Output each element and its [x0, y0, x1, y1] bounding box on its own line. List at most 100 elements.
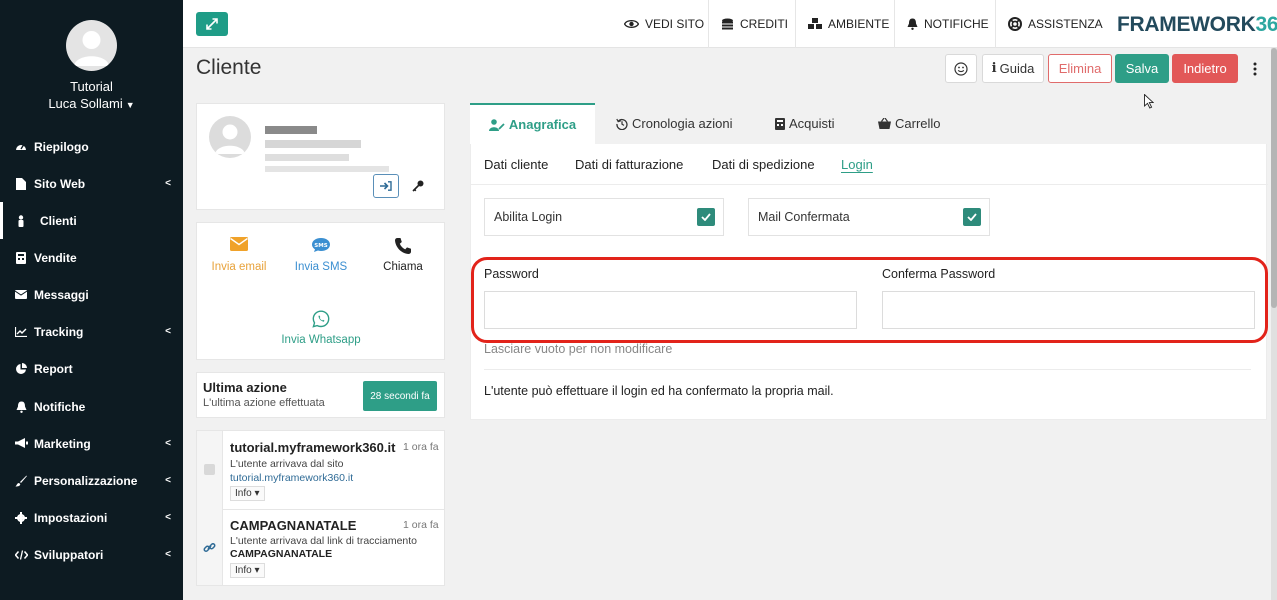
top-link-notifiche[interactable]: NOTIFICHE: [894, 0, 1001, 48]
sidebar-item-marketing[interactable]: Marketing <: [0, 425, 183, 462]
subtab-dati-fatturazione[interactable]: Dati di fatturazione: [575, 157, 683, 172]
bell-icon: [12, 401, 30, 413]
basket-icon: [878, 118, 891, 129]
conferma-password-label: Conferma Password: [882, 267, 996, 281]
sidebar-item-label: Personalizzazione: [34, 473, 138, 488]
sidebar-item-label: Vendite: [34, 250, 77, 265]
cubes-icon: [808, 18, 822, 30]
tab-cronologia-azioni[interactable]: Cronologia azioni: [616, 103, 732, 144]
chiama-button[interactable]: Chiama: [373, 237, 433, 273]
tab-carrello[interactable]: Carrello: [878, 103, 941, 144]
brand-text: FRAMEWORK: [1117, 13, 1256, 36]
top-link-vedi-sito[interactable]: VEDI SITO: [612, 0, 716, 48]
redacted-name: [265, 126, 317, 134]
invia-whatsapp-button[interactable]: Invia Whatsapp: [267, 310, 375, 346]
sidebar-item-messaggi[interactable]: Messaggi: [0, 276, 183, 313]
sidebar-item-clienti[interactable]: Clienti: [0, 202, 183, 239]
coins-icon: [721, 18, 734, 30]
sidebar-item-impostazioni[interactable]: Impostazioni <: [0, 499, 183, 536]
sidebar-item-sviluppatori[interactable]: Sviluppatori <: [0, 536, 183, 573]
sidebar-item-riepilogo[interactable]: Riepilogo: [0, 128, 183, 165]
password-hint: Lasciare vuoto per non modificare: [484, 342, 673, 356]
subtab-divider: [471, 184, 1268, 185]
login-tab-content: Dati cliente Dati di fatturazione Dati d…: [470, 144, 1268, 420]
feed-item-text: L'utente arrivava dal link di tracciamen…: [230, 535, 418, 547]
elimina-button[interactable]: Elimina: [1048, 54, 1112, 83]
sidebar-item-report[interactable]: Report: [0, 350, 183, 387]
lifebuoy-icon: [1008, 17, 1022, 31]
more-options-button[interactable]: [1242, 54, 1267, 83]
activity-feed: tutorial.myframework360.it 1 ora fa L'ut…: [196, 430, 445, 586]
sidebar-item-label: Clienti: [40, 213, 77, 228]
chevron-left-icon: <: [165, 326, 171, 337]
sidebar-item-vendite[interactable]: Vendite: [0, 239, 183, 276]
user-edit-icon: [488, 118, 505, 131]
sign-in-icon: [380, 181, 392, 191]
feed-item-info-button[interactable]: Info ▾: [230, 563, 265, 578]
link-icon: [203, 541, 216, 557]
indietro-button[interactable]: Indietro: [1172, 54, 1238, 83]
salva-button[interactable]: Salva: [1115, 54, 1169, 83]
tab-anagrafica[interactable]: Anagrafica: [470, 103, 595, 144]
last-action-panel: Ultima azione L'ultima azione effettuata…: [196, 372, 445, 418]
subtab-dati-spedizione[interactable]: Dati di spedizione: [712, 157, 815, 172]
invia-email-button[interactable]: Invia email: [209, 237, 269, 273]
top-link-ambiente[interactable]: AMBIENTE: [795, 0, 901, 48]
login-as-button[interactable]: [373, 174, 399, 198]
sidebar-item-personalizzazione[interactable]: Personalizzazione <: [0, 462, 183, 499]
abilita-login-field: Abilita Login: [484, 198, 724, 236]
chiama-label: Chiama: [383, 261, 423, 273]
last-action-time-badge: 28 secondi fa: [363, 381, 437, 411]
reset-password-button[interactable]: [405, 174, 431, 198]
subtab-login[interactable]: Login: [841, 157, 873, 172]
calculator-icon: [775, 117, 785, 130]
tab-acquisti[interactable]: Acquisti: [775, 103, 835, 144]
mouse-cursor-icon: [1144, 93, 1155, 112]
user-org: Tutorial: [70, 79, 113, 94]
abilita-login-label: Abilita Login: [494, 210, 563, 224]
mail-confermata-checkbox[interactable]: [963, 208, 981, 226]
guida-button[interactable]: i Guida: [982, 54, 1044, 83]
top-link-label: ASSISTENZA: [1028, 17, 1103, 31]
brand-logo[interactable]: FRAMEWORK360: [1117, 13, 1277, 37]
gear-icon: [12, 511, 30, 524]
subtab-dati-cliente[interactable]: Dati cliente: [484, 157, 548, 172]
scrollbar-thumb[interactable]: [1271, 48, 1277, 308]
sidebar-item-sito-web[interactable]: Sito Web <: [0, 165, 183, 202]
sidebar-item-label: Riepilogo: [34, 139, 89, 154]
chevron-left-icon: <: [165, 438, 171, 449]
envelope-icon: [209, 237, 269, 259]
feed-item-text: L'utente arrivava dal sito: [230, 458, 344, 470]
top-link-crediti[interactable]: CREDITI: [708, 0, 800, 48]
dashboard-icon: [12, 141, 30, 153]
sidebar-item-label: Report: [34, 361, 73, 376]
globe-icon: [204, 464, 215, 475]
sidebar-item-label: Tracking: [34, 324, 84, 339]
caret-down-icon: ▼: [125, 100, 135, 110]
top-link-label: AMBIENTE: [828, 17, 890, 31]
tab-label: Anagrafica: [508, 117, 577, 132]
abilita-login-checkbox[interactable]: [697, 208, 715, 226]
top-link-assistenza[interactable]: ASSISTENZA: [995, 0, 1115, 48]
conferma-password-input[interactable]: [882, 291, 1255, 329]
sidebar-item-tracking[interactable]: Tracking <: [0, 313, 183, 350]
invia-sms-button[interactable]: SMS Invia SMS: [287, 237, 355, 273]
feed-item-link[interactable]: tutorial.myframework360.it: [230, 472, 353, 484]
sidebar-item-notifiche[interactable]: Notifiche: [0, 388, 183, 425]
password-input[interactable]: [484, 291, 857, 329]
expand-button[interactable]: [196, 12, 228, 36]
sidebar-item-label: Marketing: [34, 436, 91, 451]
emoji-button[interactable]: [945, 54, 977, 83]
invia-sms-label: Invia SMS: [294, 261, 348, 273]
check-icon: [701, 213, 711, 221]
check-icon: [967, 213, 977, 221]
feed-item-info-button[interactable]: Info ▾: [230, 486, 265, 501]
feed-item-title: CAMPAGNANATALE: [230, 518, 357, 533]
user-menu[interactable]: Luca Sollami ▼: [0, 96, 183, 111]
content-divider: [484, 369, 1251, 370]
invia-whatsapp-label: Invia Whatsapp: [281, 334, 361, 346]
top-link-label: VEDI SITO: [645, 17, 705, 31]
feed-divider: [223, 509, 445, 510]
user-avatar[interactable]: [66, 20, 117, 71]
page-scrollbar[interactable]: [1271, 48, 1277, 600]
